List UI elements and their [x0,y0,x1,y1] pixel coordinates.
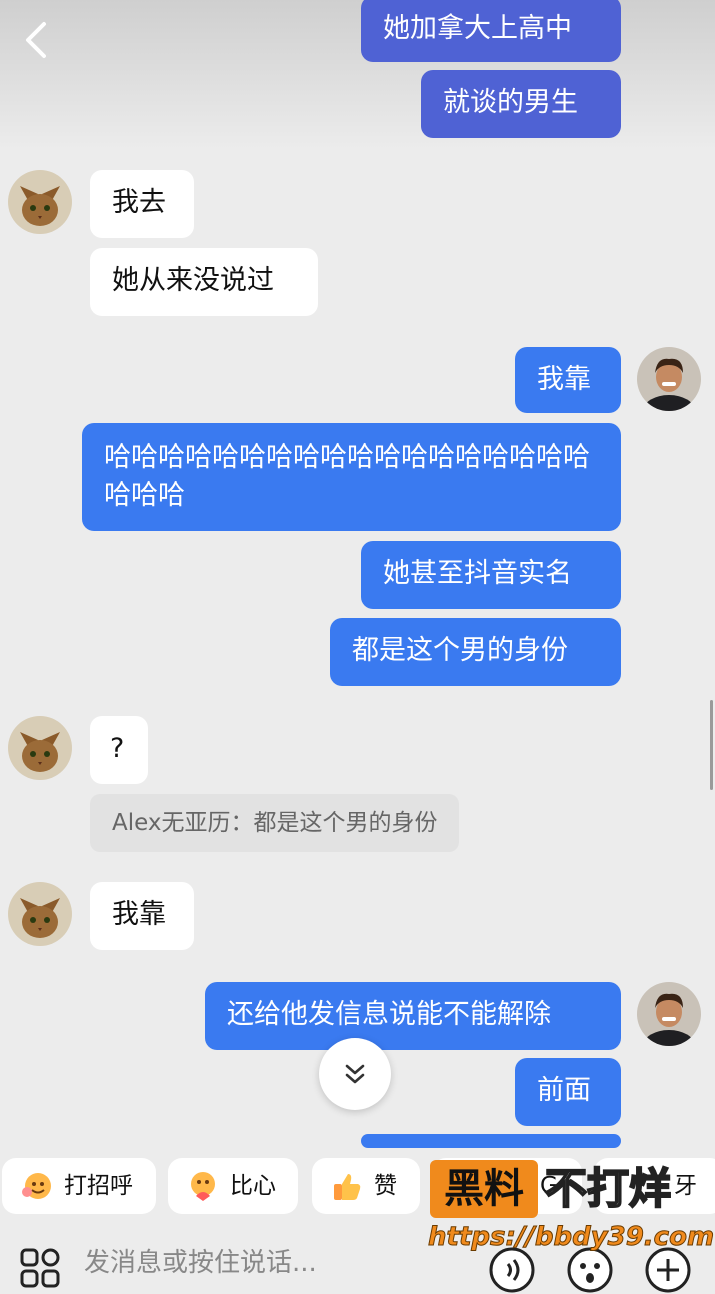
quick-reply-heart[interactable]: 比心 [168,1158,298,1214]
message-bubble-outgoing[interactable]: 都是这个男的身份 [330,618,621,686]
person-avatar-icon [637,347,701,411]
thumbs-up-emoji-icon [334,1174,361,1200]
watermark-url: https://bbdy39.com [427,1222,715,1253]
message-bubble-outgoing[interactable]: 前面 [515,1058,621,1126]
message-input[interactable]: 发消息或按住说话... [84,1242,317,1279]
contact-avatar[interactable] [8,716,72,780]
scrollbar[interactable] [710,700,713,790]
contact-avatar[interactable] [8,882,72,946]
message-bubble-incoming[interactable]: 她从来没说过 [90,248,318,316]
message-bubble-outgoing[interactable]: 就谈的男生 [421,70,621,138]
message-bubble-outgoing[interactable]: 我靠 [515,347,621,413]
self-avatar[interactable] [637,347,701,411]
quick-reply-label: 比心 [230,1173,276,1199]
quoted-reply[interactable]: Alex无亚历：都是这个男的身份 [90,794,460,852]
wave-emoji-icon [22,1173,51,1199]
watermark: 黑料 不打烊 https://bbdy39.com [427,1160,715,1260]
chevron-left-icon [26,22,46,58]
message-bubble-outgoing[interactable]: 还给他发信息说能不能解除 [205,982,621,1050]
double-chevron-down-icon [345,1064,365,1084]
message-bubble-outgoing[interactable]: 哈哈哈哈哈哈哈哈哈哈哈哈哈哈哈哈哈哈哈哈哈 [82,423,621,531]
quick-reply-greet[interactable]: 打招呼 [2,1158,156,1214]
message-bubble-incoming[interactable]: ? [90,716,148,784]
message-bubble-outgoing[interactable]: 她甚至抖音实名 [361,541,621,609]
heart-hands-emoji-icon [191,1172,215,1201]
contact-avatar[interactable] [8,170,72,234]
message-bubble-incoming[interactable]: 我去 [90,170,194,238]
quick-reply-label: 赞 [374,1173,397,1199]
watermark-text: 不打烊 [544,1163,672,1214]
message-bubble-outgoing[interactable]: 她加拿大上高中 [361,0,621,62]
apps-grid-icon[interactable] [20,1248,62,1290]
message-bubble-outgoing-partial[interactable] [361,1134,621,1148]
person-avatar-icon [637,982,701,1046]
cat-avatar-icon [8,716,72,780]
message-bubble-incoming[interactable]: 我靠 [90,882,194,950]
watermark-badge: 黑料 [430,1160,538,1218]
back-button[interactable] [18,20,58,60]
cat-avatar-icon [8,170,72,234]
quick-reply-like[interactable]: 赞 [312,1158,420,1214]
quick-reply-label: 打招呼 [64,1173,133,1199]
self-avatar[interactable] [637,982,701,1046]
scroll-to-bottom-button[interactable] [319,1038,391,1110]
cat-avatar-icon [8,882,72,946]
